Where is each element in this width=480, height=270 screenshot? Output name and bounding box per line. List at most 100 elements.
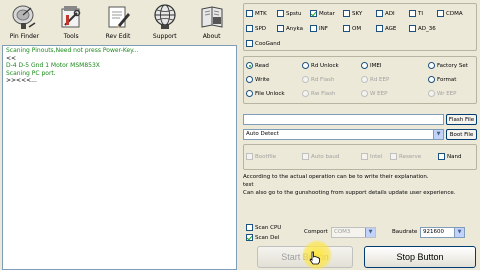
about-label: About xyxy=(202,33,221,40)
support-button[interactable]: Support xyxy=(142,1,187,44)
platform-checkbox-ti[interactable]: TI xyxy=(409,10,423,17)
pin-finder-button[interactable]: Pin Finder xyxy=(2,1,47,44)
radio-dot[interactable] xyxy=(361,90,368,97)
checkbox-box[interactable] xyxy=(310,25,317,32)
about-button[interactable]: About xyxy=(189,1,234,44)
checkbox-box[interactable] xyxy=(376,25,383,32)
platform-checkbox-cdma[interactable]: CDMA xyxy=(437,10,463,17)
checkbox-label: SPD xyxy=(255,25,267,32)
checkbox-box[interactable] xyxy=(246,10,253,17)
checkbox-label: Bootfile xyxy=(255,153,277,160)
radio-dot[interactable] xyxy=(428,90,435,97)
checkbox-box[interactable] xyxy=(302,153,309,160)
radio-dot[interactable] xyxy=(246,90,253,97)
radio-dot[interactable] xyxy=(246,76,253,83)
about-book-icon xyxy=(201,6,223,28)
hand-pointer-icon xyxy=(309,251,320,265)
checkbox-label: Spstu xyxy=(286,10,302,17)
platform-checkbox-mtk[interactable]: MTK xyxy=(246,10,267,17)
chevron-down-icon[interactable]: ▼ xyxy=(365,228,375,237)
checkbox-label: Nand xyxy=(447,153,462,160)
checkbox-label: Auto baud xyxy=(311,153,340,160)
radio-dot[interactable] xyxy=(361,76,368,83)
checkbox-box[interactable] xyxy=(409,10,416,17)
checkbox-box[interactable] xyxy=(390,153,397,160)
option-auto-baud-checkbox[interactable]: Auto baud xyxy=(302,153,339,160)
op-radio-write[interactable]: Write xyxy=(246,76,270,83)
checkbox-box[interactable] xyxy=(376,10,383,17)
platform-checkbox-adi[interactable]: ADI xyxy=(376,10,395,17)
info-line-2: test xyxy=(243,182,254,188)
op-radio-rd-unlock[interactable]: Rd Unlock xyxy=(302,62,339,69)
log-output[interactable]: Scaning Pinouts,Need not press Power-Key… xyxy=(2,45,237,270)
checkbox-label: INF xyxy=(319,25,328,32)
checkbox-label: OM xyxy=(352,25,362,32)
checkbox-box[interactable] xyxy=(246,234,253,241)
radio-dot[interactable] xyxy=(302,90,309,97)
tools-button[interactable]: Tools xyxy=(49,1,94,44)
checkbox-box[interactable] xyxy=(343,25,350,32)
platform-checkbox-spd[interactable]: SPD xyxy=(246,25,266,32)
checkbox-box[interactable] xyxy=(246,25,253,32)
radio-dot[interactable] xyxy=(428,76,435,83)
op-radio-rd-flash[interactable]: Rd Flash xyxy=(302,76,334,83)
op-radio-rd-eep[interactable]: Rd EEP xyxy=(361,76,389,83)
op-radio-rw-flash[interactable]: Rw Flash xyxy=(302,90,335,97)
satellite-dish-icon xyxy=(12,5,36,29)
scan-cpu-checkbox[interactable]: Scan CPU xyxy=(246,224,281,231)
option-nand-checkbox[interactable]: Nand xyxy=(438,153,461,160)
baudrate-select[interactable]: 921600 ▼ xyxy=(420,227,465,238)
checkbox-label: AD_36 xyxy=(418,25,436,32)
radio-label: File Unlock xyxy=(255,90,285,97)
mode-select[interactable]: Auto Detect ▼ xyxy=(243,129,444,140)
scan-del-checkbox[interactable]: Scan Del xyxy=(246,234,279,241)
checkbox-box[interactable] xyxy=(438,153,445,160)
checkbox-box[interactable] xyxy=(409,25,416,32)
checkbox-box[interactable] xyxy=(277,25,284,32)
option-reserve-checkbox[interactable]: Reserve xyxy=(390,153,421,160)
option-bootfile-checkbox[interactable]: Bootfile xyxy=(246,153,276,160)
checkbox-box[interactable] xyxy=(437,10,444,17)
radio-dot[interactable] xyxy=(361,62,368,69)
platform-checkbox-anyka[interactable]: Anyka xyxy=(277,25,303,32)
checkbox-box[interactable] xyxy=(343,10,350,17)
boot-file-button[interactable]: Boot File xyxy=(446,129,477,140)
radio-dot[interactable] xyxy=(246,62,253,69)
platform-checkbox-sky[interactable]: SKY xyxy=(343,10,362,17)
radio-dot[interactable] xyxy=(302,76,309,83)
flash-file-button[interactable]: Flash File xyxy=(446,114,477,125)
platform-checkbox-ad36[interactable]: AD_36 xyxy=(409,25,436,32)
op-radio-w-eep[interactable]: W EEP xyxy=(361,90,387,97)
checkbox-box[interactable] xyxy=(246,40,253,47)
option-intel-checkbox[interactable]: Intel xyxy=(361,153,382,160)
radio-label: Rd Unlock xyxy=(311,62,339,69)
comport-select[interactable]: COM3 ▼ xyxy=(331,227,376,238)
checkbox-box[interactable] xyxy=(246,224,253,231)
radio-dot[interactable] xyxy=(428,62,435,69)
op-radio-format[interactable]: Format xyxy=(428,76,456,83)
checkbox-box[interactable] xyxy=(361,153,368,160)
op-radio-wr-eep[interactable]: Wr EEP xyxy=(428,90,456,97)
mode-select-value: Auto Detect xyxy=(246,131,279,137)
op-radio-imei[interactable]: IMEI xyxy=(361,62,381,69)
platform-checkbox-motar[interactable]: Motar xyxy=(310,10,335,17)
platform-checkbox-inf[interactable]: INF xyxy=(310,25,328,32)
rev-edit-button[interactable]: Rev Edit xyxy=(96,1,141,44)
platform-checkbox-spstu[interactable]: Spstu xyxy=(277,10,302,17)
flash-file-input[interactable] xyxy=(243,114,444,125)
op-radio-file-unlock[interactable]: File Unlock xyxy=(246,90,285,97)
checkbox-box[interactable] xyxy=(277,10,284,17)
checkbox-box[interactable] xyxy=(310,10,317,17)
chevron-down-icon[interactable]: ▼ xyxy=(433,130,443,139)
platform-checkbox-om[interactable]: OM xyxy=(343,25,361,32)
radio-dot[interactable] xyxy=(302,62,309,69)
chevron-down-icon[interactable]: ▼ xyxy=(454,228,464,237)
checkbox-box[interactable] xyxy=(246,153,253,160)
right-panel: MTK Spstu Motar SKY ADI TI CDMA SPD Anyk… xyxy=(240,0,480,270)
platform-checkbox-age[interactable]: AGE xyxy=(376,25,396,32)
checkbox-label: TI xyxy=(418,10,423,17)
op-radio-factory-set[interactable]: Factory Set xyxy=(428,62,468,69)
stop-button[interactable]: Stop Button xyxy=(364,246,476,268)
op-radio-read[interactable]: Read xyxy=(246,62,269,69)
platform-checkbox-coogand[interactable]: CooGand xyxy=(246,40,280,47)
